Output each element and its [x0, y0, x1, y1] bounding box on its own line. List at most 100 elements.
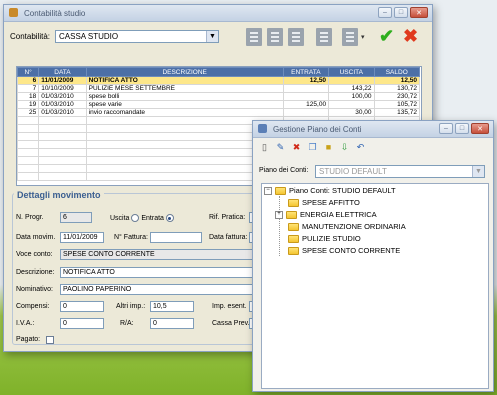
- piano-close-button[interactable]: ✕: [471, 123, 489, 134]
- tree-item-label: ENERGIA ELETTRICA: [300, 210, 377, 219]
- nprogr-field[interactable]: 6: [60, 212, 92, 223]
- table-row[interactable]: 25 01/03/2010 invio raccomandate 30,00 135,7…: [16, 108, 420, 117]
- folder-icon: [288, 234, 299, 243]
- main-titlebar[interactable]: Contabilità studio – □ ✕: [4, 5, 432, 22]
- minimize-button[interactable]: –: [378, 7, 392, 18]
- uscita-entrata-radios: Uscita Entrata: [110, 214, 174, 222]
- cell-saldo: 12,50: [373, 76, 420, 85]
- maximize-button[interactable]: □: [394, 7, 408, 18]
- cell-data: 11/01/2009: [38, 76, 87, 85]
- piano-titlebar[interactable]: Gestione Piano dei Conti – □ ✕: [253, 121, 493, 138]
- cell-data: 01/03/2010: [38, 92, 87, 101]
- data-movim-field[interactable]: 11/01/2009: [60, 232, 104, 243]
- col-header-data[interactable]: DATA: [38, 67, 87, 77]
- cell-data: 10/10/2009: [38, 84, 87, 93]
- tree-item-label: SPESE AFFITTO: [302, 198, 360, 207]
- piano-chevron-down-icon[interactable]: ▼: [472, 166, 484, 177]
- cancel-x-icon[interactable]: ✖: [403, 27, 419, 45]
- tree-root[interactable]: − Piano Conti: STUDIO DEFAULT: [264, 186, 396, 195]
- rif-pratica-label: Rif. Pratica:: [209, 214, 246, 221]
- empty-cell: [16, 124, 40, 133]
- entrata-radio[interactable]: [165, 214, 174, 222]
- voce-conto-field[interactable]: SPESE CONTO CORRENTE: [60, 249, 280, 260]
- tree-item-spese-conto-corrente[interactable]: SPESE CONTO CORRENTE: [288, 246, 400, 255]
- save-document-icon[interactable]: [288, 28, 304, 46]
- tree-root-label: Piano Conti: STUDIO DEFAULT: [289, 186, 396, 195]
- pagato-checkbox[interactable]: [46, 336, 54, 344]
- print-dropdown-icon[interactable]: ▾: [361, 33, 365, 41]
- cell-saldo: 230,72: [373, 92, 420, 101]
- cell-data: 01/03/2010: [38, 108, 87, 117]
- cell-desc: spese varie: [85, 100, 284, 109]
- cell-saldo: 135,72: [373, 108, 420, 117]
- altri-imp-field[interactable]: 10,5: [150, 301, 194, 312]
- folder-icon: [288, 198, 299, 207]
- edit-icon[interactable]: ✎: [275, 142, 286, 153]
- empty-cell: [16, 172, 40, 181]
- fattura-field[interactable]: [150, 232, 202, 243]
- app-icon: [9, 8, 18, 17]
- fattura-label: N° Fattura:: [114, 234, 148, 241]
- edit-document-icon[interactable]: [267, 28, 283, 46]
- confirm-check-icon[interactable]: ✔: [379, 27, 395, 45]
- piano-select[interactable]: STUDIO DEFAULT ▼: [315, 165, 485, 178]
- tree-line: [279, 196, 280, 256]
- print-icon[interactable]: [342, 28, 358, 46]
- iva-label: I.V.A.:: [16, 320, 35, 327]
- tree-item-pulizie-studio[interactable]: PULIZIE STUDIO: [288, 234, 361, 243]
- collapse-icon[interactable]: −: [264, 186, 272, 195]
- cell-uscita: [328, 76, 375, 85]
- cell-n: 6: [16, 76, 40, 85]
- table-row[interactable]: 6 11/01/2009 NOTIFICA ATTO 12,50 12,50: [16, 76, 420, 85]
- copy-icon[interactable]: ❐: [307, 142, 318, 153]
- table-row[interactable]: 19 01/03/2010 spese varie 125,00 105,72: [16, 100, 420, 109]
- nominativo-field[interactable]: PAOLINO PAPERINO: [60, 284, 280, 295]
- piano-label: Piano dei Conti:: [259, 167, 309, 174]
- ra-field[interactable]: 0: [150, 318, 194, 329]
- iva-field[interactable]: 0: [60, 318, 104, 329]
- col-header-n[interactable]: N°: [16, 67, 40, 77]
- col-header-uscita[interactable]: USCITA: [328, 67, 375, 77]
- chevron-down-icon[interactable]: ▼: [206, 31, 218, 42]
- tree-item-label: PULIZIE STUDIO: [302, 234, 361, 243]
- data-fattura-label: Data fattura:: [209, 234, 248, 241]
- empty-cell: [38, 124, 87, 133]
- close-button[interactable]: ✕: [410, 7, 428, 18]
- new-document-icon[interactable]: [246, 28, 262, 46]
- table-row[interactable]: 18 01/03/2010 spese bolli 100,00 230,72: [16, 92, 420, 101]
- uscita-radio[interactable]: [131, 214, 140, 222]
- piano-maximize-button[interactable]: □: [455, 123, 469, 134]
- tree-item-manutenzione[interactable]: MANUTENZIONE ORDINARIA: [288, 222, 406, 231]
- imp-esent-label: Imp. esent.: [212, 303, 247, 310]
- col-header-entrata[interactable]: ENTRATA: [282, 67, 330, 77]
- col-header-descrizione[interactable]: DESCRIZIONE: [85, 67, 284, 77]
- piano-minimize-button[interactable]: –: [439, 123, 453, 134]
- empty-cell: [16, 140, 40, 149]
- descrizione-field[interactable]: NOTIFICA ATTO: [60, 267, 280, 278]
- new-icon[interactable]: ▯: [259, 142, 270, 153]
- compensi-label: Compensi:: [16, 303, 50, 310]
- table-row[interactable]: 7 10/10/2009 PULIZIE MESE SETTEMBRE 143,22 1…: [16, 84, 420, 93]
- folder-icon[interactable]: ■: [323, 142, 334, 153]
- import-icon[interactable]: ⇩: [339, 142, 350, 153]
- cell-uscita: 143,22: [328, 84, 375, 93]
- expand-icon[interactable]: +: [275, 210, 283, 219]
- cell-uscita: 100,00: [328, 92, 375, 101]
- undo-icon[interactable]: ↶: [355, 142, 366, 153]
- cell-n: 7: [16, 84, 40, 93]
- compensi-field[interactable]: 0: [60, 301, 104, 312]
- cell-n: 18: [16, 92, 40, 101]
- cell-saldo: 130,72: [373, 84, 420, 93]
- details-title: Dettagli movimento: [14, 190, 104, 200]
- contabilita-select[interactable]: CASSA STUDIO ▼: [55, 30, 219, 43]
- report-document-icon[interactable]: [316, 28, 332, 46]
- piano-app-icon: [258, 124, 267, 133]
- cell-entrata: [282, 92, 330, 101]
- tree-item-energia-elettrica[interactable]: + ENERGIA ELETTRICA: [275, 210, 377, 219]
- tree-item-spese-affitto[interactable]: SPESE AFFITTO: [288, 198, 360, 207]
- delete-icon[interactable]: ✖: [291, 142, 302, 153]
- contabilita-value: CASSA STUDIO: [59, 32, 119, 41]
- folder-icon: [288, 246, 299, 255]
- col-header-saldo[interactable]: SALDO: [373, 67, 420, 77]
- empty-cell: [38, 140, 87, 149]
